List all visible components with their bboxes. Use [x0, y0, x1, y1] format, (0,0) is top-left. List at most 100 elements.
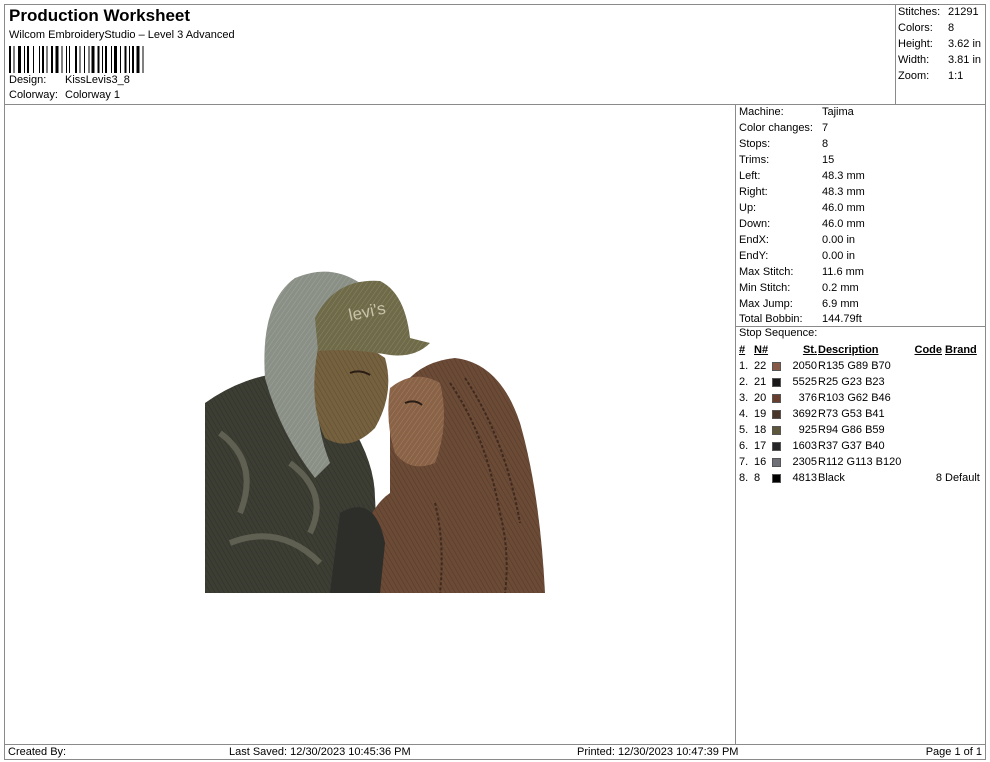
table-row: 5. 18 925 R94 G86 B59	[739, 423, 983, 438]
row-stitches: 376	[798, 392, 817, 404]
info-value: 0.00 in	[822, 250, 856, 262]
created-by: Created By:	[8, 746, 67, 758]
info-value: 11.6 mm	[822, 266, 864, 278]
barcode-bar	[61, 46, 63, 73]
info-label: Min Stitch:	[739, 282, 791, 294]
row-description: R73 G53 B41	[818, 408, 885, 420]
info-value: Tajima	[822, 106, 854, 118]
barcode-bar	[124, 46, 127, 73]
barcode	[9, 46, 144, 73]
row-description: R25 G23 B23	[818, 376, 885, 388]
info-row: Total Bobbin: 144.79ft	[739, 312, 979, 327]
info-value: 48.3 mm	[822, 186, 865, 198]
stat-height: Height: 3.62 in	[898, 37, 984, 52]
barcode-bar	[102, 46, 103, 73]
barcode-bar	[9, 46, 11, 73]
stat-colors: Colors: 8	[898, 21, 984, 36]
row-stitches: 925	[798, 424, 817, 436]
barcode-bar	[136, 46, 140, 73]
last-saved: Last Saved: 12/30/2023 10:45:36 PM	[229, 746, 411, 758]
app-subtitle: Wilcom EmbroideryStudio – Level 3 Advanc…	[9, 29, 235, 41]
row-num: 2.	[739, 376, 749, 388]
stats-panel: Stitches: 21291 Colors: 8 Height: 3.62 in W…	[895, 4, 986, 105]
info-value: 7	[822, 122, 829, 134]
info-value: 0.00 in	[822, 234, 856, 246]
barcode-bar	[132, 46, 134, 73]
info-row: EndX: 0.00 in	[739, 233, 979, 248]
row-description: R37 G37 B40	[818, 440, 885, 452]
row-description: R103 G62 B46	[818, 392, 891, 404]
barcode-bar	[84, 46, 85, 73]
colorway-label: Colorway:	[9, 89, 58, 101]
barcode-bar	[18, 46, 21, 73]
stat-value: 3.81 in	[948, 54, 982, 66]
barcode-bar	[46, 46, 48, 73]
info-label: Stops:	[739, 138, 771, 150]
barcode-bar	[39, 46, 40, 73]
barcode-bar	[13, 46, 15, 73]
printed-date: Printed: 12/30/2023 10:47:39 PM	[577, 746, 739, 758]
col-header-description: Description	[818, 344, 879, 356]
barcode-bar	[114, 46, 117, 73]
color-swatch	[772, 474, 781, 483]
stat-value: 3.62 in	[948, 38, 982, 50]
info-label: Max Stitch:	[739, 266, 794, 278]
info-value: 8	[822, 138, 829, 150]
row-needle: 21	[754, 376, 767, 388]
table-row: 6. 17 1603 R37 G37 B40	[739, 439, 983, 454]
page-title: Production Worksheet	[9, 6, 191, 25]
barcode-bar	[33, 46, 34, 73]
row-description: Black	[818, 472, 845, 484]
info-value: 6.9 mm	[822, 298, 859, 310]
info-label: EndY:	[739, 250, 769, 262]
row-stitches: 1603	[792, 440, 817, 452]
barcode-bar	[42, 46, 44, 73]
row-stitches: 2305	[792, 456, 817, 468]
design-preview-area: levi's	[4, 104, 736, 745]
table-row: 4. 19 3692 R73 G53 B41	[739, 407, 983, 422]
machine-info-panel: Machine: Tajima Color changes: 7 Stops: 8 T…	[735, 104, 986, 745]
barcode-bar	[111, 46, 112, 73]
row-needle: 19	[754, 408, 767, 420]
row-needle: 17	[754, 440, 767, 452]
color-swatch	[772, 378, 781, 387]
barcode-bar	[105, 46, 107, 73]
embroidery-design-image: levi's	[205, 271, 545, 593]
info-label: Down:	[739, 218, 771, 230]
info-value: 144.79ft	[822, 313, 862, 325]
info-label: Machine:	[739, 106, 784, 118]
stat-value: 1:1	[948, 70, 964, 82]
barcode-bar	[66, 46, 67, 73]
row-stitches: 2050	[792, 360, 817, 372]
row-brand: Default	[945, 472, 980, 484]
info-row: Stops: 8	[739, 137, 979, 152]
table-row: 7. 16 2305 R112 G113 B120	[739, 455, 983, 470]
table-row: 1. 22 2050 R135 G89 B70	[739, 359, 983, 374]
stat-width: Width: 3.81 in	[898, 53, 984, 68]
barcode-bar	[55, 46, 59, 73]
colorway-value: Colorway 1	[65, 89, 121, 101]
row-stitches: 4813	[792, 472, 817, 484]
barcode-bar	[142, 46, 144, 73]
design-label: Design:	[9, 74, 47, 86]
info-row: Min Stitch: 0.2 mm	[739, 281, 979, 296]
page-number: Page 1 of 1	[925, 746, 982, 758]
info-label: Color changes:	[739, 122, 813, 134]
row-num: 8.	[739, 472, 749, 484]
col-header-code: Code	[914, 344, 943, 356]
info-label: Right:	[739, 186, 768, 198]
barcode-bar	[91, 46, 95, 73]
stop-sequence-title: Stop Sequence:	[739, 327, 818, 339]
info-row: Up: 46.0 mm	[739, 201, 979, 216]
row-num: 5.	[739, 424, 749, 436]
row-description: R112 G113 B120	[818, 456, 902, 468]
info-value: 0.2 mm	[822, 282, 859, 294]
row-code: 8	[935, 472, 942, 484]
design-value: KissLevis3_8	[65, 74, 130, 86]
color-swatch	[772, 442, 781, 451]
col-header-stitches: St.	[802, 344, 817, 356]
col-header-num: #	[739, 344, 746, 356]
info-row: Right: 48.3 mm	[739, 185, 979, 200]
info-label: Total Bobbin:	[739, 313, 803, 325]
table-row: 2. 21 5525 R25 G23 B23	[739, 375, 983, 390]
